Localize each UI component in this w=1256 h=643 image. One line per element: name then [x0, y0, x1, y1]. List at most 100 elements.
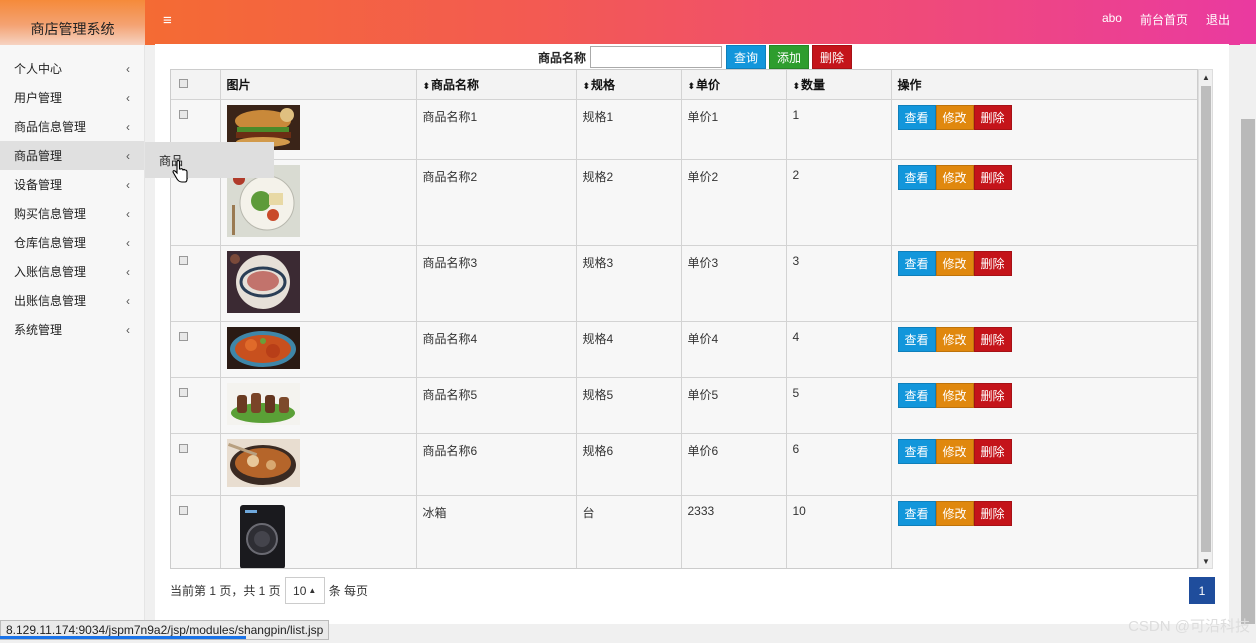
- delete-button[interactable]: 删除: [973, 250, 1012, 276]
- page-scrollbar[interactable]: [1240, 44, 1256, 624]
- edit-button[interactable]: 修改: [935, 326, 974, 352]
- edit-button[interactable]: 修改: [935, 164, 974, 190]
- sidebar-item-label: 个人中心: [14, 62, 63, 76]
- col-header-qty[interactable]: ⬍数量: [786, 70, 892, 100]
- product-image-soup-bowl[interactable]: [226, 438, 300, 487]
- product-price-cell: 单价4: [681, 321, 787, 378]
- scrollbar-thumb[interactable]: [1201, 86, 1211, 552]
- table-row: 商品名称4 规格4 单价4 4 查看 修改 删除: [171, 321, 1197, 378]
- product-price-cell: 2333: [681, 495, 787, 568]
- product-spec-cell: 规格5: [576, 377, 682, 434]
- edit-button[interactable]: 修改: [935, 250, 974, 276]
- edit-button[interactable]: 修改: [935, 438, 974, 464]
- chevron-left-icon: ‹: [126, 119, 130, 134]
- sidebar-item-personal-center[interactable]: 个人中心 ‹: [0, 54, 144, 83]
- product-image-crab-dish[interactable]: [226, 326, 300, 369]
- delete-button[interactable]: 删除: [973, 500, 1012, 526]
- scroll-down-icon[interactable]: ▼: [1202, 557, 1210, 566]
- sidebar-item-product-info-management[interactable]: 商品信息管理 ‹: [0, 112, 144, 141]
- frontend-home-link[interactable]: 前台首页: [1140, 11, 1188, 28]
- col-header-price[interactable]: ⬍单价: [681, 70, 787, 100]
- page-size-select[interactable]: 10 ▲: [284, 577, 325, 604]
- view-button[interactable]: 查看: [897, 326, 936, 352]
- sidebar-item-product-management[interactable]: 商品管理 ‹: [0, 141, 144, 170]
- sort-icon: ⬍: [792, 80, 801, 91]
- sidebar-item-label: 商品管理: [14, 149, 63, 163]
- page-1-button[interactable]: 1: [1189, 577, 1215, 604]
- product-spec-cell: 规格1: [576, 99, 682, 160]
- row-checkbox[interactable]: [179, 443, 188, 453]
- row-checkbox[interactable]: [179, 387, 188, 397]
- col-header-name[interactable]: ⬍商品名称: [416, 70, 577, 100]
- product-name-cell: 商品名称6: [416, 433, 577, 496]
- header-links: abo 前台首页 退出: [1102, 11, 1230, 28]
- delete-button[interactable]: 删除: [973, 438, 1012, 464]
- table-row: 商品名称5 规格5 单价5 5 查看 修改 删除: [171, 377, 1197, 434]
- sidebar-item-system-management[interactable]: 系统管理 ‹: [0, 315, 144, 344]
- table-header-row: 图片 ⬍商品名称 ⬍规格 ⬍单价 ⬍数量 操作: [171, 70, 1197, 100]
- edit-button[interactable]: 修改: [935, 382, 974, 408]
- sidebar-item-warehouse-info-management[interactable]: 仓库信息管理 ‹: [0, 228, 144, 257]
- top-header: ≡ abo 前台首页 退出: [145, 0, 1256, 45]
- scroll-up-icon[interactable]: ▲: [1202, 73, 1210, 82]
- product-qty-cell: 3: [786, 245, 892, 322]
- col-header-spec[interactable]: ⬍规格: [576, 70, 682, 100]
- product-price-cell: 单价5: [681, 377, 787, 434]
- product-image-skewers[interactable]: [226, 382, 300, 425]
- caret-up-icon: ▲: [308, 586, 317, 595]
- product-name-cell: 商品名称1: [416, 99, 577, 160]
- product-qty-cell: 10: [786, 495, 892, 568]
- view-button[interactable]: 查看: [897, 250, 936, 276]
- chevron-left-icon: ‹: [126, 90, 130, 105]
- chevron-left-icon: ‹: [126, 61, 130, 76]
- chevron-left-icon: ‹: [126, 293, 130, 308]
- batch-delete-button[interactable]: 删除: [812, 45, 853, 69]
- sidebar-item-user-management[interactable]: 用户管理 ‹: [0, 83, 144, 112]
- product-qty-cell: 6: [786, 433, 892, 496]
- row-checkbox[interactable]: [179, 505, 188, 515]
- logout-link[interactable]: 退出: [1206, 11, 1230, 28]
- username-link[interactable]: abo: [1102, 11, 1122, 28]
- product-image-appliance[interactable]: [226, 500, 300, 570]
- sidebar-item-label: 设备管理: [14, 178, 63, 192]
- col-header-image: 图片: [220, 70, 417, 100]
- row-checkbox[interactable]: [179, 255, 188, 265]
- select-all-checkbox[interactable]: [179, 79, 188, 89]
- view-button[interactable]: 查看: [897, 104, 936, 130]
- view-button[interactable]: 查看: [897, 382, 936, 408]
- sort-icon: ⬍: [582, 80, 591, 91]
- col-header-ops: 操作: [891, 70, 1197, 100]
- product-price-cell: 单价2: [681, 159, 787, 246]
- sidebar-item-device-management[interactable]: 设备管理 ‹: [0, 170, 144, 199]
- page-size-value: 10: [293, 583, 307, 598]
- sort-icon: ⬍: [422, 80, 431, 91]
- row-checkbox[interactable]: [179, 331, 188, 341]
- menu-toggle-icon[interactable]: ≡: [163, 12, 172, 29]
- view-button[interactable]: 查看: [897, 438, 936, 464]
- page-scrollbar-thumb[interactable]: [1241, 119, 1255, 624]
- delete-button[interactable]: 删除: [973, 382, 1012, 408]
- sidebar-item-income-management[interactable]: 入账信息管理 ‹: [0, 257, 144, 286]
- chevron-left-icon: ‹: [126, 177, 130, 192]
- sidebar-item-label: 商品信息管理: [14, 120, 87, 134]
- delete-button[interactable]: 删除: [973, 326, 1012, 352]
- row-checkbox[interactable]: [179, 109, 188, 119]
- add-button[interactable]: 添加: [769, 45, 810, 69]
- product-image-steak-plate[interactable]: [226, 250, 300, 313]
- search-bar: 商品名称 查询 添加 删除: [538, 45, 855, 69]
- product-name-cell: 商品名称3: [416, 245, 577, 322]
- submenu-item-product[interactable]: 商品: [145, 142, 274, 178]
- sidebar-item-expense-management[interactable]: 出账信息管理 ‹: [0, 286, 144, 315]
- sidebar-item-purchase-info-management[interactable]: 购买信息管理 ‹: [0, 199, 144, 228]
- delete-button[interactable]: 删除: [973, 104, 1012, 130]
- table-scrollbar[interactable]: ▲ ▼: [1198, 69, 1213, 569]
- watermark: CSDN @可沿科技: [1128, 618, 1250, 635]
- product-name-search-input[interactable]: [590, 46, 723, 68]
- delete-button[interactable]: 删除: [973, 164, 1012, 190]
- query-button[interactable]: 查询: [726, 45, 767, 69]
- page-load-progress: [0, 636, 246, 639]
- view-button[interactable]: 查看: [897, 164, 936, 190]
- edit-button[interactable]: 修改: [935, 500, 974, 526]
- edit-button[interactable]: 修改: [935, 104, 974, 130]
- view-button[interactable]: 查看: [897, 500, 936, 526]
